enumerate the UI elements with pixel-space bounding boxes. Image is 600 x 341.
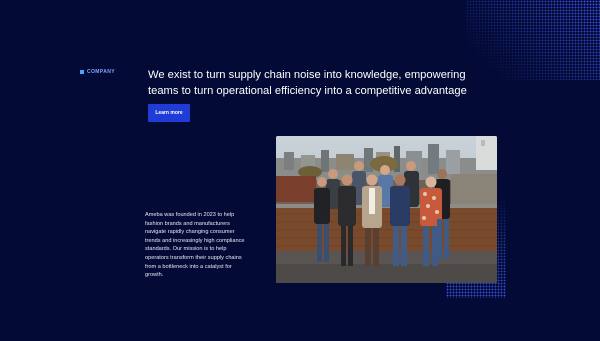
company-description: Ameba was founded in 2023 to help fashio… [145,212,245,279]
section-headline: We exist to turn supply chain noise into… [148,69,467,97]
eyebrow-label: COMPANY [87,69,115,75]
team-photo [276,136,497,283]
team-photo-illustration [276,136,497,283]
section-eyebrow: COMPANY [80,69,115,75]
learn-more-button[interactable]: Learn more [148,104,190,122]
square-bullet-icon [80,70,84,74]
